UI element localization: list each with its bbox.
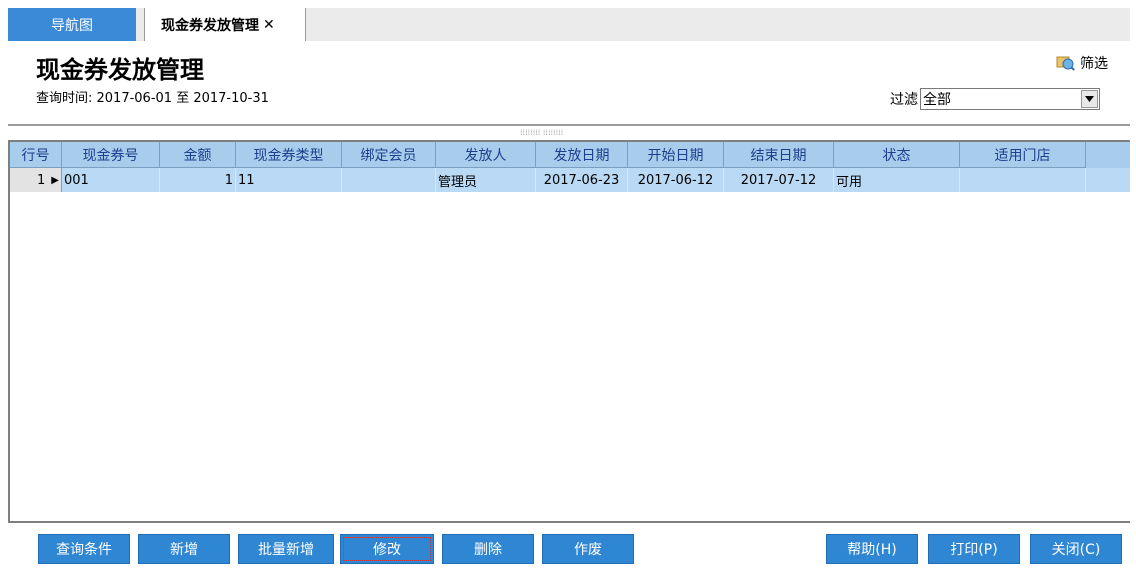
end-date-cell[interactable]: 2017-07-12 (724, 168, 834, 192)
column-header-voucher-type[interactable]: 现金券类型 (236, 142, 342, 168)
filter-icon (1056, 56, 1075, 71)
help-button[interactable]: 帮助(H) (826, 534, 918, 564)
voucher-type-cell[interactable]: 11 (236, 168, 342, 192)
tab-bar: 导航图 现金券发放管理 ✕ (8, 8, 1130, 41)
applicable-store-cell[interactable] (960, 168, 1086, 192)
filter-row: 过滤 全部 (890, 88, 1100, 110)
tab-cash-voucher-management[interactable]: 现金券发放管理 ✕ (144, 8, 306, 41)
column-header-row-number[interactable]: 行号 (10, 142, 62, 168)
column-header-start-date[interactable]: 开始日期 (628, 142, 724, 168)
column-header-voucher-number[interactable]: 现金券号 (62, 142, 160, 168)
filter-select[interactable]: 全部 (920, 88, 1100, 110)
column-header-issuer[interactable]: 发放人 (436, 142, 536, 168)
edit-button[interactable]: 修改 (340, 534, 434, 564)
add-button[interactable]: 新增 (138, 534, 230, 564)
close-button[interactable]: 关闭(C) (1030, 534, 1122, 564)
grid-header: 行号 现金券号 金额 现金券类型 绑定会员 发放人 发放日期 开始日期 结束日期… (10, 142, 1130, 168)
filter-button-label: 筛选 (1080, 56, 1108, 72)
tab-navigation-label: 导航图 (51, 17, 93, 34)
column-header-bound-member[interactable]: 绑定会员 (342, 142, 436, 168)
column-header-status[interactable]: 状态 (834, 142, 960, 168)
delete-button[interactable]: 删除 (442, 534, 534, 564)
voucher-number-cell[interactable]: 001 (62, 168, 160, 192)
row-pointer-icon: ▶ (51, 174, 59, 186)
column-header-end-date[interactable]: 结束日期 (724, 142, 834, 168)
void-button[interactable]: 作废 (542, 534, 634, 564)
query-time-text: 查询时间: 2017-06-01 至 2017-10-31 (36, 91, 269, 106)
bound-member-cell[interactable] (342, 168, 436, 192)
chevron-down-icon[interactable] (1081, 90, 1098, 108)
voucher-grid: 行号 现金券号 金额 现金券类型 绑定会员 发放人 发放日期 开始日期 结束日期… (8, 140, 1130, 523)
column-header-issue-date[interactable]: 发放日期 (536, 142, 628, 168)
splitter-grip-icon: ⁞⁞⁞⁞⁞⁞⁞⁞ ⁞⁞⁞⁞⁞⁞⁞⁞ (520, 128, 564, 137)
batch-add-button[interactable]: 批量新增 (238, 534, 334, 564)
close-icon[interactable]: ✕ (263, 17, 275, 33)
filter-label: 过滤 (890, 92, 918, 108)
page-title: 现金券发放管理 (36, 56, 204, 84)
filter-select-value: 全部 (923, 92, 951, 108)
table-row[interactable]: 1 ▶ 001 1 11 管理员 2017-06-23 2017-06-12 2… (10, 168, 1130, 192)
splitter[interactable]: ⁞⁞⁞⁞⁞⁞⁞⁞ ⁞⁞⁞⁞⁞⁞⁞⁞ (8, 124, 1130, 137)
column-header-applicable-store[interactable]: 适用门店 (960, 142, 1086, 168)
start-date-cell[interactable]: 2017-06-12 (628, 168, 724, 192)
filter-button[interactable]: 筛选 (1056, 53, 1108, 73)
row-number: 1 (37, 172, 46, 188)
amount-cell[interactable]: 1 (160, 168, 236, 192)
status-cell[interactable]: 可用 (834, 168, 960, 192)
query-conditions-button[interactable]: 查询条件 (38, 534, 130, 564)
tab-active-label: 现金券发放管理 (161, 17, 259, 34)
tab-navigation[interactable]: 导航图 (8, 8, 136, 41)
issue-date-cell[interactable]: 2017-06-23 (536, 168, 628, 192)
print-button[interactable]: 打印(P) (928, 534, 1020, 564)
row-number-cell: 1 ▶ (10, 168, 62, 192)
issuer-cell[interactable]: 管理员 (436, 168, 536, 192)
column-header-amount[interactable]: 金额 (160, 142, 236, 168)
